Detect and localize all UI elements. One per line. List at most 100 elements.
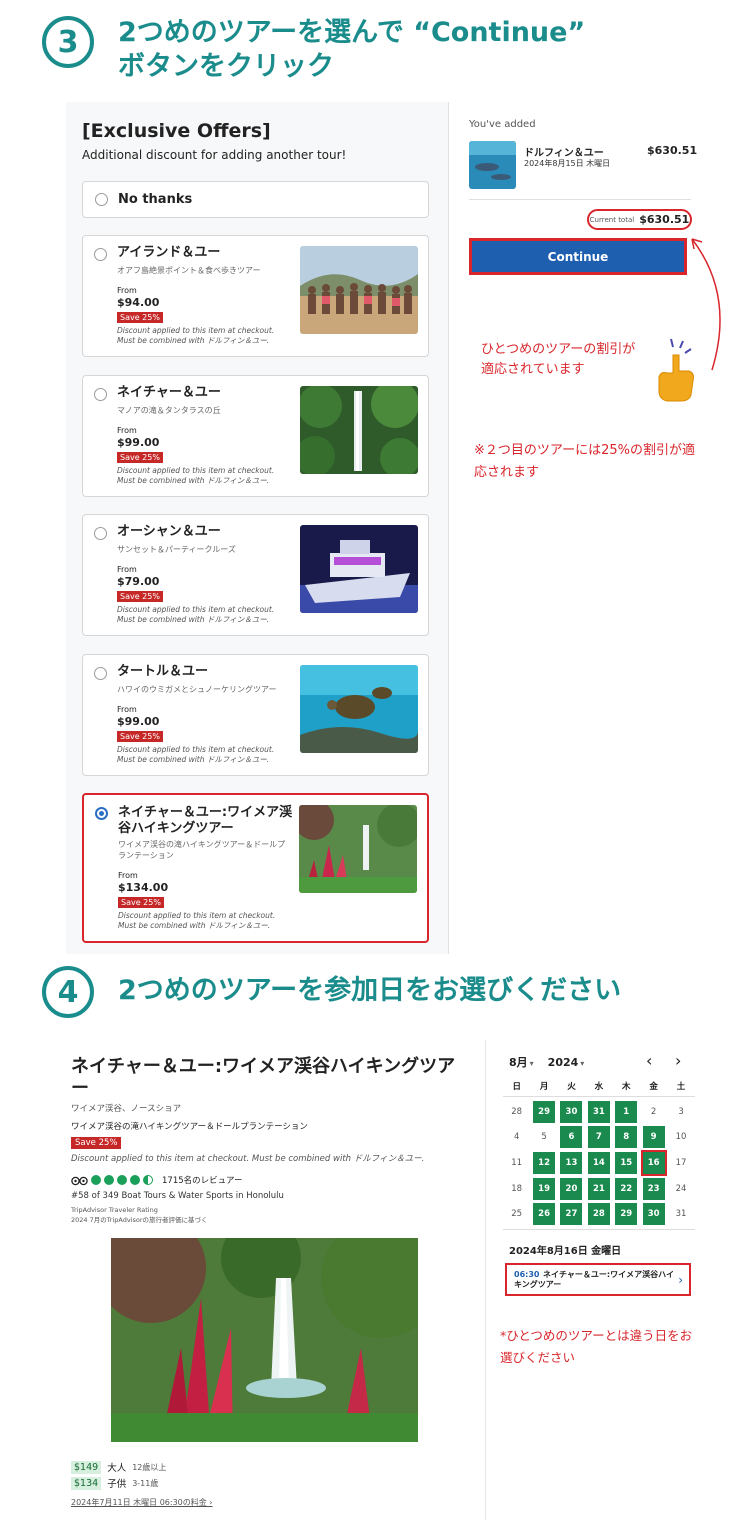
year-select[interactable]: 2024 ▾ (548, 1056, 585, 1069)
calendar-day-available[interactable]: 23 (642, 1177, 665, 1200)
calendar-day-available[interactable]: 20 (560, 1177, 583, 1200)
rating-dot-icon (91, 1175, 101, 1185)
save-badge: Save 25% (117, 731, 163, 742)
calendar-day-selected[interactable]: 16 (640, 1149, 667, 1176)
radio-no-thanks[interactable] (95, 193, 108, 206)
step3-header: 3 2つめのツアーを選んで “Continue” ボタンをクリック (42, 16, 585, 84)
weekday: 水 (594, 1082, 604, 1092)
calendar-day-available[interactable]: 26 (533, 1203, 556, 1226)
offer-desc: サンセット＆パーティークルーズ (117, 545, 236, 554)
calendar-day: 4 (513, 1132, 520, 1143)
weekday: 土 (676, 1082, 686, 1092)
offer-card-ocean[interactable]: オーシャン＆ユー サンセット＆パーティークルーズ From $79.00 Sav… (82, 514, 429, 636)
save-badge: Save 25% (71, 1137, 122, 1149)
calendar-day-available[interactable]: 6 (560, 1126, 583, 1149)
calendar-day-available[interactable]: 15 (615, 1151, 638, 1174)
calendar-day-available[interactable]: 30 (642, 1203, 665, 1226)
rating-dot-icon (104, 1175, 114, 1185)
no-thanks-option[interactable]: No thanks (82, 181, 429, 218)
radio-offer[interactable] (94, 388, 107, 401)
offer-discount-note: Discount applied to this item at checkou… (117, 326, 275, 345)
prev-month-icon[interactable]: ‹ (646, 1051, 652, 1070)
offer-discount-note: Discount applied to this item at checkou… (118, 911, 276, 930)
current-total: Current total $630.51 (587, 209, 692, 230)
offer-name: ネイチャー＆ユー (117, 385, 221, 400)
offer-card-nature[interactable]: ネイチャー＆ユー マノアの滝＆タンタラスの丘 From $99.00 Save … (82, 375, 429, 497)
offer-price: $79.00 (117, 575, 160, 588)
offer-card-turtle[interactable]: タートル＆ユー ハワイのウミガメとシュノーケリングツアー From $99.00… (82, 654, 429, 776)
save-badge: Save 25% (118, 897, 164, 908)
offer-from: From (117, 705, 137, 714)
weekday: 火 (567, 1082, 576, 1092)
time-slot-button[interactable]: 06:30 ネイチャー＆ユー:ワイメア渓谷ハイキングツアー › (505, 1263, 691, 1296)
tour-description: ワイメア渓谷の滝ハイキングツアー＆ドールプランテーション (71, 1122, 308, 1132)
pointing-hand-icon (658, 338, 694, 402)
offer-card-island[interactable]: アイランド＆ユー オアフ島絶景ポイント＆食べ歩きツアー From $94.00 … (82, 235, 429, 357)
radio-offer[interactable] (94, 527, 107, 540)
continue-button[interactable]: Continue (469, 238, 687, 275)
tour-rank: #58 of 349 Boat Tours & Water Sports in … (71, 1191, 284, 1201)
step4-number: 4 (42, 966, 94, 1018)
calendar-day: 17 (675, 1157, 687, 1168)
offer-from: From (117, 426, 137, 435)
calendar-day: 31 (675, 1209, 687, 1220)
offer-desc: ハワイのウミガメとシュノーケリングツアー (117, 685, 277, 694)
calendar-day-available[interactable]: 30 (560, 1100, 583, 1123)
offers-subtitle: Additional discount for adding another t… (82, 148, 347, 162)
calendar-day-available[interactable]: 21 (587, 1177, 610, 1200)
offers-title: [Exclusive Offers] (82, 120, 271, 142)
price-age: 12歳以上 (132, 1462, 167, 1472)
calendar-day-available[interactable]: 12 (533, 1151, 556, 1174)
offer-discount-note: Discount applied to this item at checkou… (117, 466, 275, 485)
cart-item-price: $630.51 (647, 144, 698, 157)
turtle-photo (300, 665, 418, 753)
calendar-day-available[interactable]: 28 (587, 1203, 610, 1226)
calendar-day-available[interactable]: 29 (615, 1203, 638, 1226)
tour-main-photo (111, 1238, 418, 1442)
price-date-link[interactable]: 2024年7月11日 木曜日 06:30の料金 › (71, 1497, 213, 1508)
exclusive-offers-panel: [Exclusive Offers] Additional discount f… (66, 102, 449, 954)
radio-offer-selected[interactable] (95, 807, 108, 820)
calendar-day-available[interactable]: 27 (560, 1203, 583, 1226)
calendar-day-available[interactable]: 14 (587, 1151, 610, 1174)
slot-tour-name: ネイチャー＆ユー:ワイメア渓谷ハイキングツアー (514, 1270, 674, 1289)
calendar-day-available[interactable]: 9 (642, 1126, 665, 1149)
waterfall-photo (300, 386, 418, 474)
offer-card-waimea-selected[interactable]: ネイチャー＆ユー:ワイメア渓谷ハイキングツアー ワイメア渓谷の滝ハイキングツアー… (82, 793, 429, 943)
next-month-icon[interactable]: › (675, 1051, 681, 1070)
calendar-day-available[interactable]: 19 (533, 1177, 556, 1200)
radio-offer[interactable] (94, 248, 107, 261)
offer-name: アイランド＆ユー (117, 245, 221, 260)
price-amount: $149 (71, 1460, 102, 1474)
calendar-day-available[interactable]: 13 (560, 1151, 583, 1174)
rating-half-dot-icon (143, 1175, 153, 1185)
cart-item-name: ドルフィン＆ユー (524, 148, 604, 159)
calendar-day-available[interactable]: 1 (615, 1100, 638, 1123)
price-adult: $149 大人 12歳以上 (71, 1460, 166, 1474)
calendar-day: 11 (511, 1157, 523, 1168)
divider (503, 1096, 695, 1097)
calendar-day: 3 (678, 1106, 684, 1117)
calendar-header: 8月 ▾ 2024 ▾ (509, 1054, 584, 1070)
offer-name: ネイチャー＆ユー:ワイメア渓谷ハイキングツアー (118, 805, 293, 836)
offer-name: オーシャン＆ユー (117, 524, 221, 539)
calendar-day-available[interactable]: 29 (533, 1100, 556, 1123)
calendar-day-muted: 28 (511, 1106, 523, 1117)
offer-price: $99.00 (117, 715, 160, 728)
calendar-day-available[interactable]: 22 (615, 1177, 638, 1200)
month-select[interactable]: 8月 ▾ (509, 1054, 534, 1070)
offer-desc: ワイメア渓谷の滝ハイキングツアー＆ドールプランテーション (118, 840, 286, 860)
calendar-day-available[interactable]: 31 (587, 1100, 610, 1123)
offer-from: From (117, 565, 137, 574)
offer-price: $94.00 (117, 296, 160, 309)
save-badge: Save 25% (117, 312, 163, 323)
calendar-day: 24 (675, 1183, 687, 1194)
discount-applied-note: ひとつめのツアーの割引が適応されています (481, 342, 636, 377)
radio-offer[interactable] (94, 667, 107, 680)
calendar-day-available[interactable]: 8 (615, 1126, 638, 1149)
calendar-day: 25 (511, 1209, 523, 1220)
offer-desc: マノアの滝＆タンタラスの丘 (117, 406, 221, 415)
chevron-right-icon: › (678, 1273, 683, 1287)
caret-down-icon: ▾ (580, 1058, 585, 1068)
calendar-day-available[interactable]: 7 (587, 1126, 610, 1149)
